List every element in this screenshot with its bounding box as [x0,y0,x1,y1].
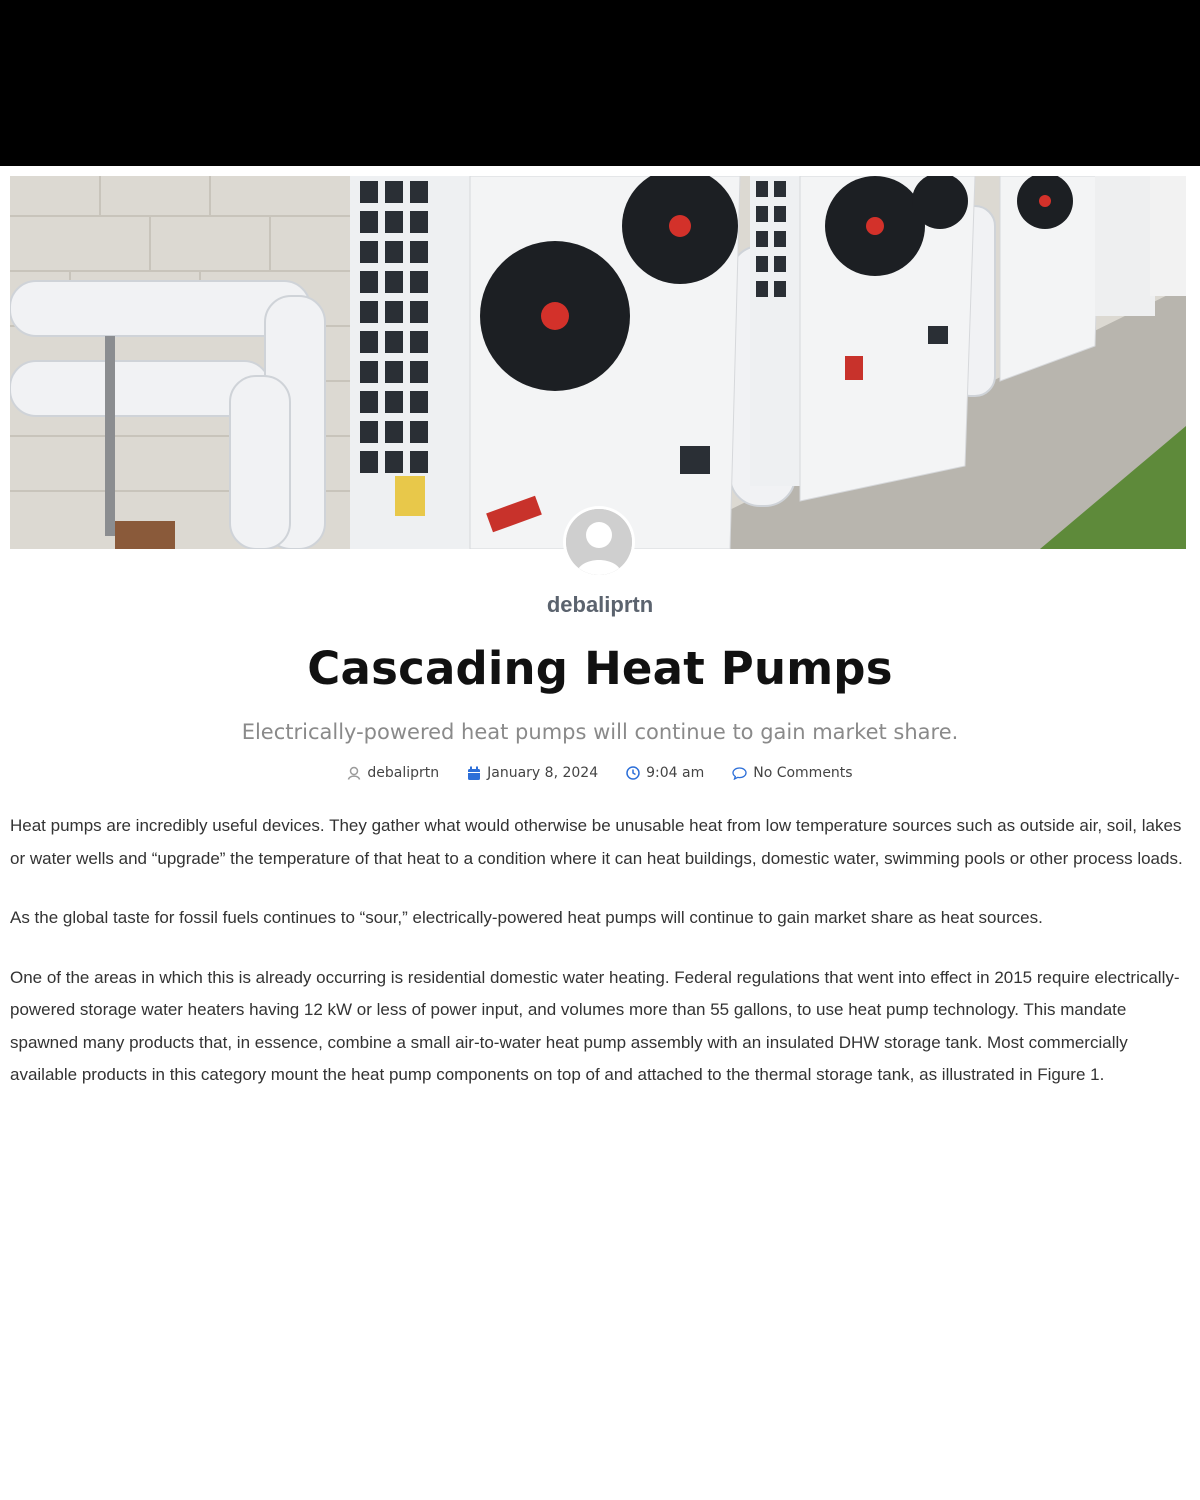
clock-icon [626,766,640,780]
post-subtitle: Electrically-powered heat pumps will con… [241,720,959,744]
meta-author-label: debaliprtn [367,765,440,781]
meta-time-label: 9:04 am [646,765,705,781]
author-name[interactable]: debaliprtn [0,592,1200,618]
featured-image [10,176,1186,549]
post-title: Cascading Heat Pumps [307,642,893,695]
user-silhouette-icon [566,509,632,575]
article-paragraph: As the global taste for fossil fuels con… [10,908,1043,927]
meta-comments-label: No Comments [753,765,853,781]
article-paragraph: One of the areas in which this is alread… [10,967,1180,1085]
calendar-icon [468,766,481,780]
meta-author-link[interactable]: debaliprtn [347,765,439,781]
article-body: Heat pumps are incredibly useful devices… [10,810,1190,1119]
comment-icon [732,767,747,780]
meta-comments-link[interactable]: No Comments [732,765,853,781]
user-icon [348,766,361,780]
author-avatar[interactable] [566,509,632,575]
meta-date-link[interactable]: January 8, 2024 [467,765,598,781]
top-black-bar [0,0,1200,166]
article-paragraph: Heat pumps are incredibly useful devices… [10,816,1183,868]
meta-time: 9:04 am [626,765,704,781]
post-meta: debaliprtn January 8, 2024 9:04 am No Co… [0,765,1200,781]
meta-date-label: January 8, 2024 [487,765,599,781]
